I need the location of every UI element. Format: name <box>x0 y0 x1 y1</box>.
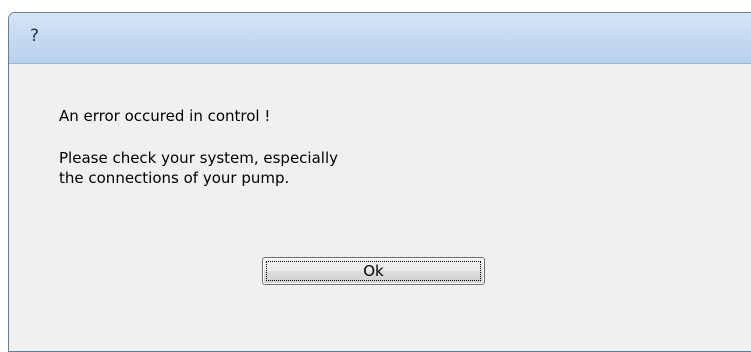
dialog-content: An error occured in control ! Please che… <box>9 64 751 351</box>
error-message-detail-line1: Please check your system, especially <box>59 149 339 167</box>
error-dialog: ? An error occured in control ! Please c… <box>8 12 751 352</box>
ok-button-label: Ok <box>266 261 481 281</box>
title-bar[interactable]: ? <box>9 13 751 64</box>
window-title: ? <box>30 26 40 46</box>
error-message-headline: An error occured in control ! <box>59 107 271 125</box>
error-message-detail-line2: the connections of your pump. <box>59 169 290 187</box>
ok-button[interactable]: Ok <box>262 257 485 285</box>
